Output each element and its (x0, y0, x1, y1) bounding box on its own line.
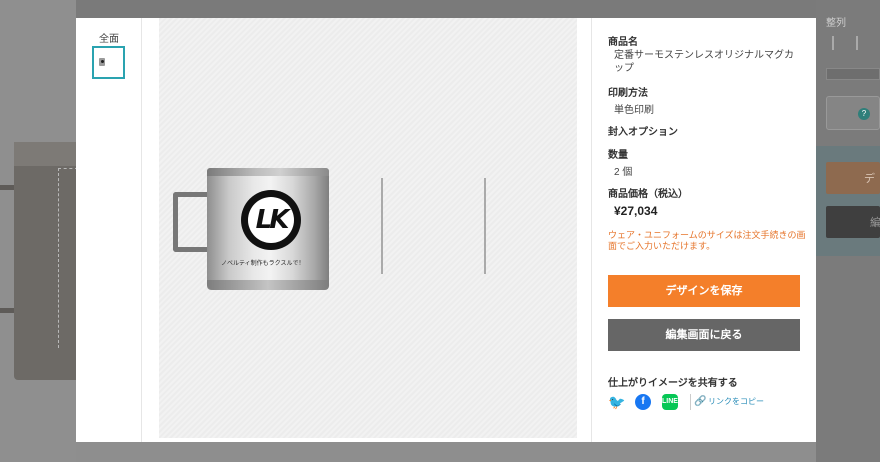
arrange-label: 整列 (826, 18, 846, 29)
price-label: 商品価格（税込） (608, 189, 688, 200)
mug-handle (173, 192, 209, 252)
back-to-editor-button[interactable]: 編集画面に戻る (608, 319, 800, 351)
share-label: 仕上がりイメージを共有する (608, 378, 738, 389)
line-icon[interactable]: LINE (662, 394, 678, 410)
product-name-label: 商品名 (608, 37, 638, 48)
size-note: ウェア・ユニフォームのサイズは注文手続きの画面でご入力いただけます。 (608, 230, 806, 251)
mug-bottom (207, 280, 329, 290)
print-method: 単色印刷 (614, 105, 654, 116)
background-bottom (76, 442, 816, 462)
thumbnail-label: 全面 (99, 34, 119, 45)
copy-link-button[interactable]: リンクをコピー (708, 396, 764, 407)
logo-image: LK (241, 190, 301, 250)
align-left-icon[interactable] (832, 36, 846, 50)
enclosure-option-label: 封入オプション (608, 127, 678, 138)
mug-preview: LK ノベルティ制作もラクスルで！ (173, 168, 329, 290)
thumbnail-column: 全面 (76, 18, 142, 442)
thumbnail-logo-dot (101, 60, 104, 63)
twitter-icon[interactable]: 🐦 (608, 394, 625, 410)
guide-line (381, 178, 383, 274)
align-center-icon[interactable] (856, 36, 870, 50)
background-mug-rim (14, 142, 76, 166)
preview-modal: 全面 LK ノベルティ制作もラクスルで！ 商品名 定番サーモステンレスオリジナル… (76, 18, 816, 442)
share-row: 🐦 f LINE 🔗 リンクをコピー (608, 394, 808, 410)
mug-rim (207, 168, 329, 176)
logo-letters: LK (255, 205, 290, 235)
background-help-box[interactable] (826, 96, 880, 130)
print-method-label: 印刷方法 (608, 88, 648, 99)
background-print-area (58, 168, 78, 348)
help-icon[interactable]: ? (858, 108, 870, 120)
background-design-button[interactable]: デ (826, 162, 880, 194)
share-divider (690, 394, 691, 410)
guide-line (484, 178, 486, 274)
product-name: 定番サーモステンレスオリジナルマグカップ (614, 50, 794, 74)
thumbnail-front[interactable] (92, 46, 125, 79)
background-scrollbar[interactable] (826, 68, 880, 80)
background-edit-button[interactable]: 編 (826, 206, 880, 238)
preview-area: LK ノベルティ制作もラクスルで！ (159, 18, 577, 438)
product-info-panel: 商品名 定番サーモステンレスオリジナルマグカップ 印刷方法 単色印刷 封入オプシ… (591, 18, 816, 442)
quantity-value: 2 個 (614, 167, 633, 178)
save-design-button[interactable]: デザインを保存 (608, 275, 800, 307)
quantity-label: 数量 (608, 150, 628, 161)
price-value: ¥27,034 (614, 204, 658, 218)
mug-print-text: ノベルティ制作もラクスルで！ (221, 261, 305, 267)
logo-inner: LK (248, 197, 294, 243)
facebook-icon[interactable]: f (635, 394, 651, 410)
link-icon[interactable]: 🔗 (694, 396, 706, 407)
